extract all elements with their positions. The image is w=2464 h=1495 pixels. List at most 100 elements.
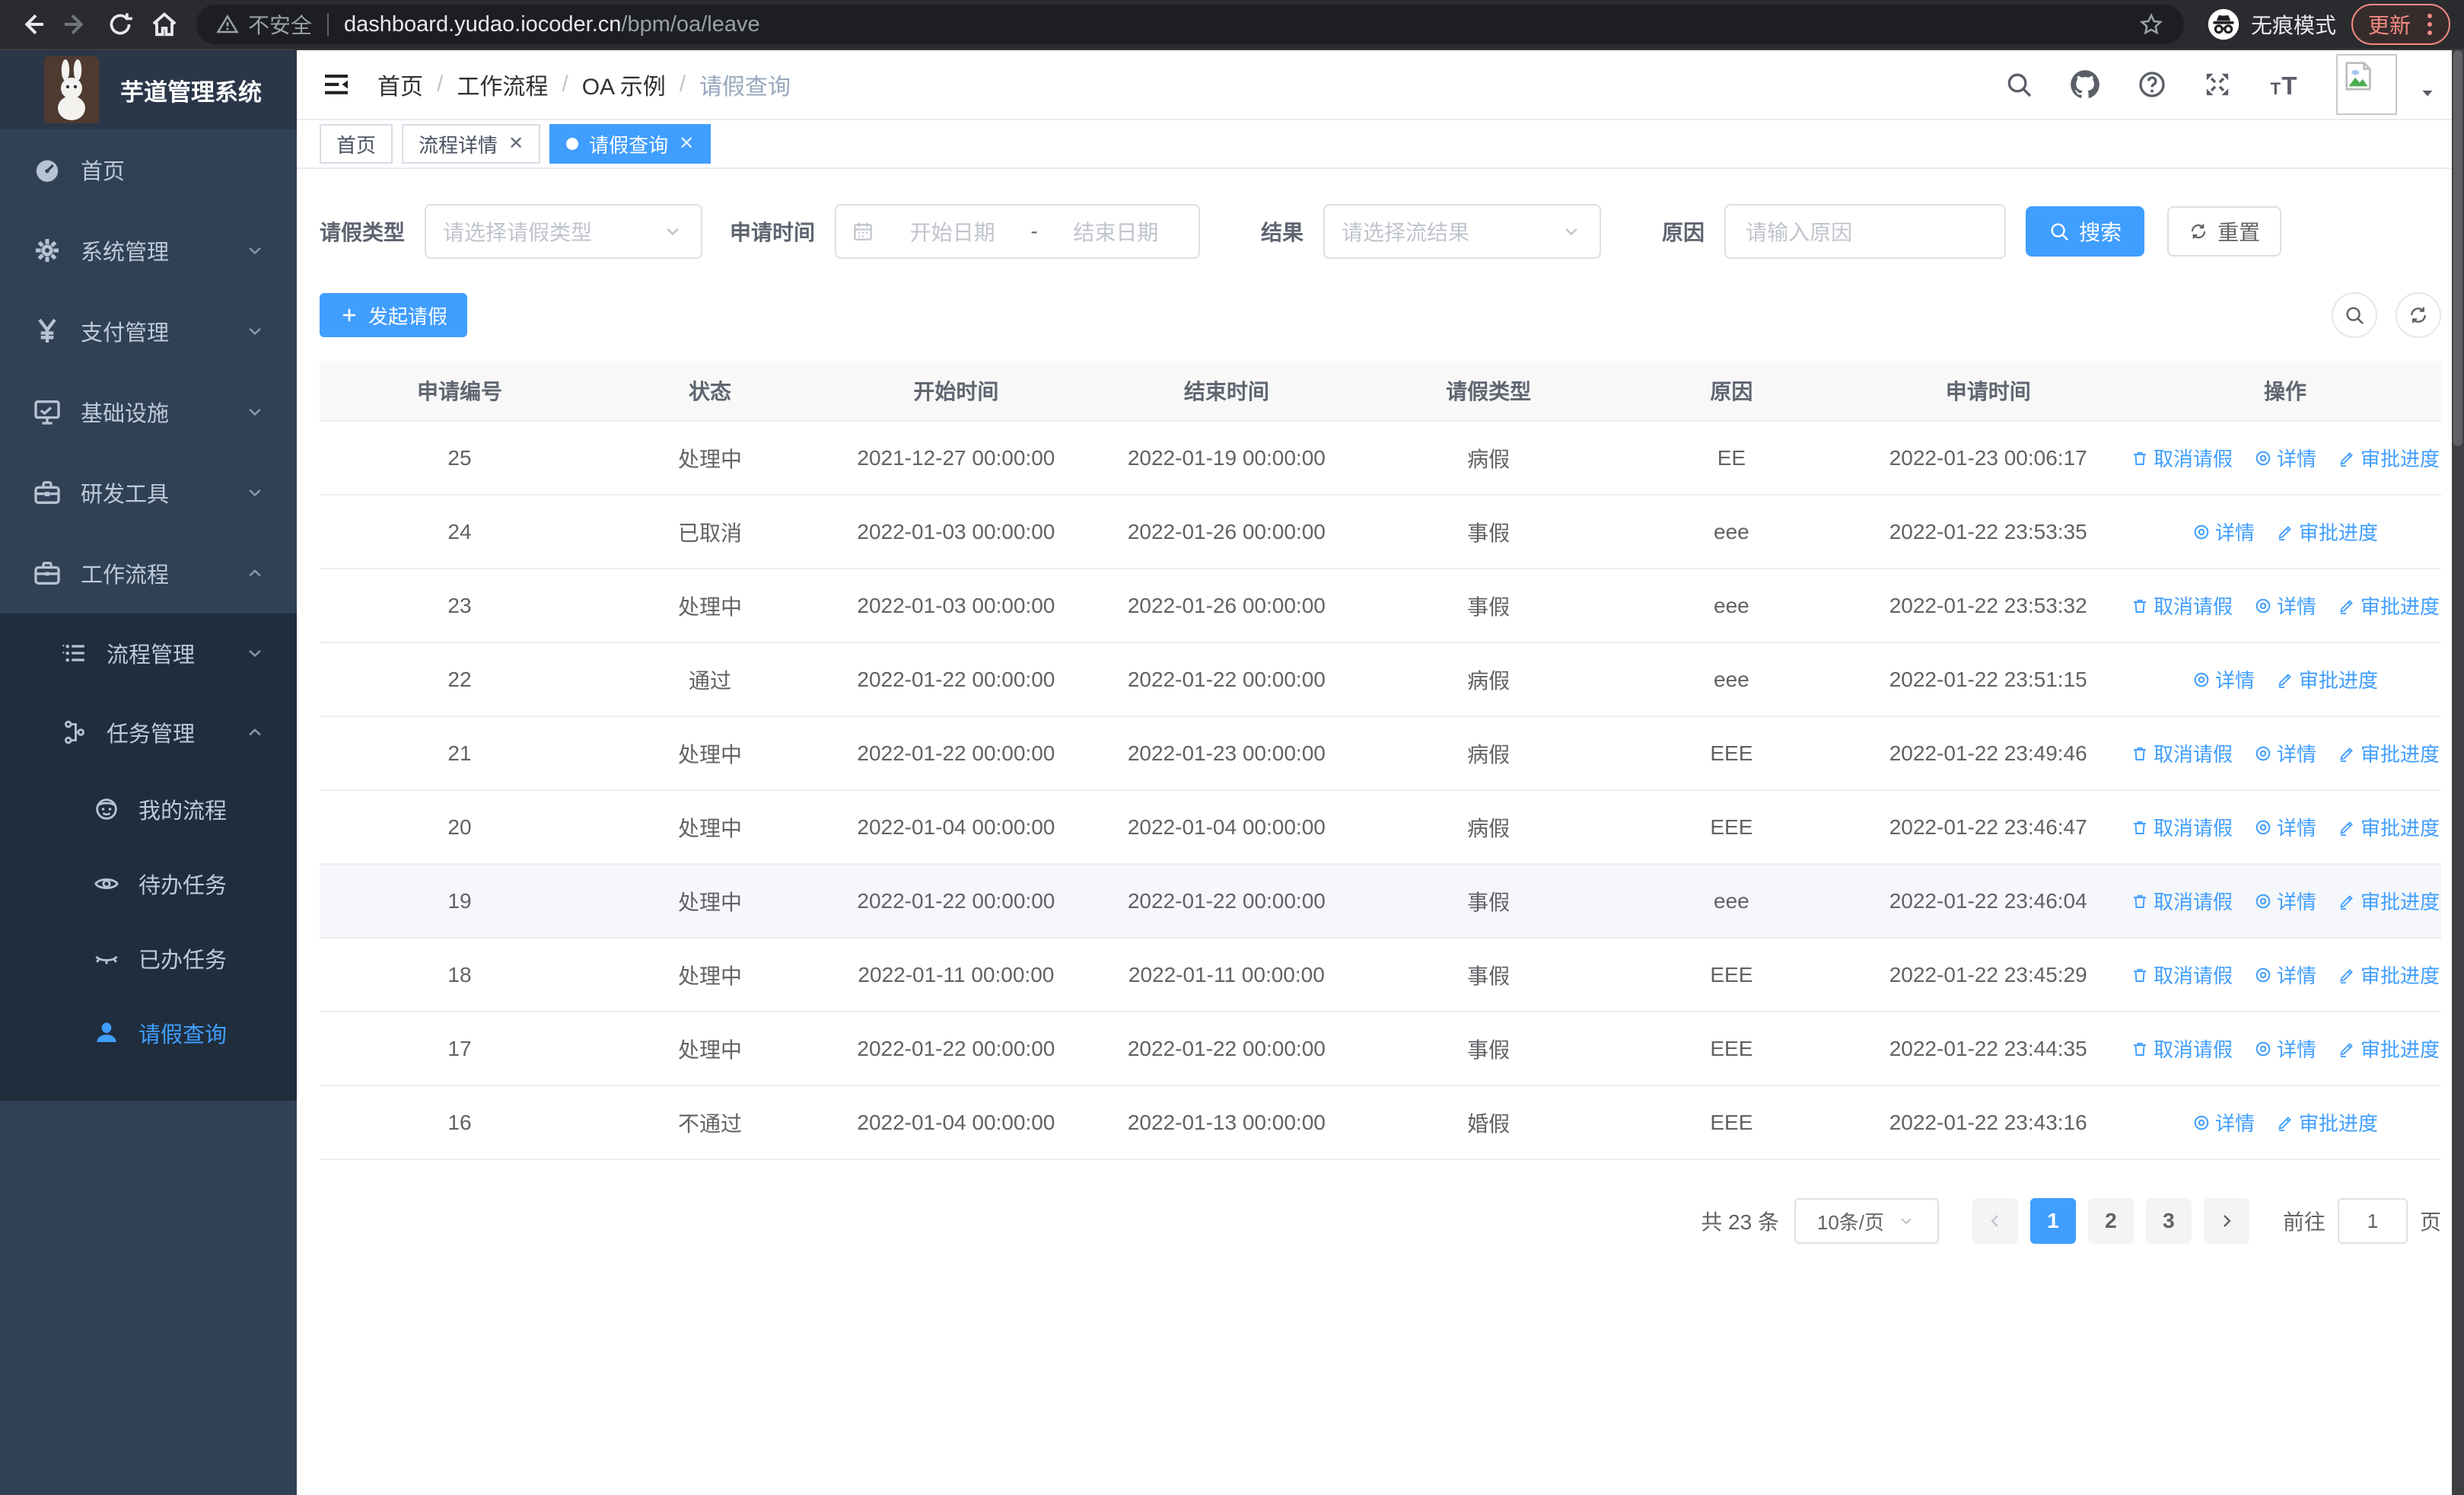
next-page-button[interactable] — [2203, 1198, 2249, 1244]
sidebar-item-label: 基础设施 — [81, 402, 170, 426]
progress-action-link[interactable]: 审批进度 — [2338, 887, 2440, 915]
avatar-dropdown-caret-icon[interactable] — [2418, 84, 2437, 106]
sidebar-item-payment[interactable]: 支付管理 — [0, 291, 297, 371]
table-row[interactable]: 25 处理中 2021-12-27 00:00:00 2022-01-19 00:00… — [320, 422, 2441, 496]
page-button-3[interactable]: 3 — [2145, 1198, 2192, 1244]
scrollbar-thumb[interactable] — [2453, 50, 2462, 446]
window-scrollbar[interactable] — [2452, 50, 2464, 1495]
incognito-icon — [2207, 8, 2240, 41]
sidebar-item-system[interactable]: 系统管理 — [0, 210, 297, 291]
fullscreen-icon[interactable] — [2202, 69, 2233, 100]
forward-icon — [65, 14, 84, 35]
detail-action-link[interactable]: 详情 — [2254, 961, 2316, 989]
bookmark-star-icon[interactable] — [2138, 11, 2164, 37]
progress-action-link[interactable]: 审批进度 — [2338, 961, 2440, 989]
browser-menu-icon[interactable] — [2423, 14, 2437, 35]
table-row[interactable]: 21 处理中 2022-01-22 00:00:00 2022-01-23 00:00… — [320, 717, 2441, 791]
detail-action-link[interactable]: 详情 — [2254, 1034, 2316, 1063]
help-icon[interactable] — [2137, 69, 2167, 100]
table-row[interactable]: 19 处理中 2022-01-22 00:00:00 2022-01-22 00:00… — [320, 865, 2441, 939]
page-size-select[interactable]: 10条/页 — [1794, 1198, 1939, 1244]
progress-action-link[interactable]: 审批进度 — [2276, 518, 2378, 546]
tab-请假查询[interactable]: 请假查询 ✕ — [549, 124, 712, 164]
reset-button[interactable]: 重置 — [2167, 206, 2282, 257]
table-row[interactable]: 16 不通过 2022-01-04 00:00:00 2022-01-13 00:00… — [320, 1086, 2441, 1160]
breadcrumb-item: 请假查询 — [699, 75, 791, 100]
cancel-action-link[interactable]: 取消请假 — [2131, 739, 2233, 767]
refresh-table-button[interactable] — [2396, 292, 2441, 338]
table-row[interactable]: 23 处理中 2022-01-03 00:00:00 2022-01-26 00:00… — [320, 569, 2441, 643]
collapse-sidebar-icon[interactable] — [321, 69, 352, 100]
page-button-1[interactable]: 1 — [2029, 1198, 2076, 1244]
tab-首页[interactable]: 首页 — [320, 124, 393, 164]
close-tab-icon[interactable]: ✕ — [508, 135, 524, 153]
sidebar-item-task-mgmt[interactable]: 任务管理 — [0, 693, 297, 772]
breadcrumb-item[interactable]: OA 示例 — [582, 68, 666, 101]
sidebar-item-devtools[interactable]: 研发工具 — [0, 452, 297, 533]
search-icon[interactable] — [2004, 70, 2033, 99]
progress-action-link[interactable]: 审批进度 — [2276, 1108, 2378, 1136]
detail-action-link[interactable]: 详情 — [2254, 591, 2316, 620]
github-icon[interactable] — [2068, 68, 2102, 101]
browser-home-button[interactable] — [145, 5, 184, 44]
page-button-2[interactable]: 2 — [2087, 1198, 2134, 1244]
table-row[interactable]: 22 通过 2022-01-22 00:00:00 2022-01-22 00:00:… — [320, 643, 2441, 717]
table-cell: 2022-01-22 00:00:00 — [857, 741, 1055, 765]
progress-action-link[interactable]: 审批进度 — [2276, 665, 2378, 693]
sidebar-item-workflow[interactable]: 工作流程 — [0, 533, 297, 614]
search-button[interactable]: 搜索 — [2026, 206, 2145, 257]
svg-text:T: T — [2271, 79, 2281, 98]
progress-action-link[interactable]: 审批进度 — [2338, 813, 2440, 841]
create-leave-button[interactable]: 发起请假 — [320, 293, 468, 337]
detail-action-link[interactable]: 详情 — [2254, 813, 2316, 841]
sidebar-item-done-tasks[interactable]: 已办任务 — [0, 921, 297, 996]
browser-reload-button[interactable] — [100, 5, 140, 44]
sidebar-item-process-mgmt[interactable]: 流程管理 — [0, 614, 297, 693]
chevron-down-icon — [1560, 220, 1583, 243]
detail-action-link[interactable]: 详情 — [2192, 665, 2255, 693]
table-row[interactable]: 24 已取消 2022-01-03 00:00:00 2022-01-26 00:00… — [320, 496, 2441, 569]
progress-action-link[interactable]: 审批进度 — [2338, 1034, 2440, 1063]
sidebar-item-my-process[interactable]: 我的流程 — [0, 772, 297, 846]
cancel-action-link[interactable]: 取消请假 — [2131, 1034, 2233, 1063]
sidebar-item-todo-tasks[interactable]: 待办任务 — [0, 846, 297, 921]
table-cell: EEE — [1710, 962, 1753, 987]
table-row[interactable]: 17 处理中 2022-01-22 00:00:00 2022-01-22 00:00… — [320, 1012, 2441, 1086]
sidebar-item-home[interactable]: 首页 — [0, 129, 297, 210]
result-select[interactable]: 请选择流结果 — [1323, 204, 1602, 259]
leave-type-select[interactable]: 请选择请假类型 — [425, 204, 703, 259]
table-row[interactable]: 20 处理中 2022-01-04 00:00:00 2022-01-04 00:00… — [320, 791, 2441, 865]
table-cell: 已取消 — [677, 521, 742, 545]
tab-流程详情[interactable]: 流程详情 ✕ — [402, 124, 541, 164]
browser-update-button[interactable]: 更新 — [2351, 4, 2450, 45]
detail-action-link[interactable]: 详情 — [2254, 444, 2316, 472]
address-bar[interactable]: 不安全 dashboard.yudao.iocoder.cn /bpm/oa/l… — [196, 5, 2184, 44]
table-row[interactable]: 18 处理中 2022-01-11 00:00:00 2022-01-11 00:00… — [320, 939, 2441, 1012]
detail-action-link[interactable]: 详情 — [2254, 739, 2316, 767]
breadcrumb-item[interactable]: 工作流程 — [457, 68, 548, 101]
toggle-search-button[interactable] — [2332, 292, 2377, 338]
browser-back-button[interactable] — [12, 5, 52, 44]
sidebar-item-infra[interactable]: 基础设施 — [0, 371, 297, 452]
reason-input[interactable]: 请输入原因 — [1724, 204, 2007, 259]
detail-action-link[interactable]: 详情 — [2192, 1108, 2255, 1136]
progress-action-link[interactable]: 审批进度 — [2338, 444, 2440, 472]
avatar[interactable] — [2336, 54, 2397, 115]
cancel-action-link[interactable]: 取消请假 — [2131, 444, 2233, 472]
close-tab-icon[interactable]: ✕ — [679, 135, 694, 153]
breadcrumb-item[interactable]: 首页 — [377, 68, 423, 101]
progress-action-link[interactable]: 审批进度 — [2338, 739, 2440, 767]
cancel-action-link[interactable]: 取消请假 — [2131, 591, 2233, 620]
font-size-icon[interactable]: TT — [2268, 68, 2301, 101]
sidebar-item-leave-query[interactable]: 请假查询 — [0, 996, 297, 1070]
progress-action-link[interactable]: 审批进度 — [2338, 591, 2440, 620]
cancel-action-link[interactable]: 取消请假 — [2131, 887, 2233, 915]
cancel-action-link[interactable]: 取消请假 — [2131, 961, 2233, 989]
browser-forward-button[interactable] — [56, 5, 96, 44]
cancel-action-link[interactable]: 取消请假 — [2131, 813, 2233, 841]
apply-time-daterange[interactable]: 开始日期 - 结束日期 — [835, 204, 1201, 259]
detail-action-link[interactable]: 详情 — [2192, 518, 2255, 546]
detail-action-link[interactable]: 详情 — [2254, 887, 2316, 915]
goto-page-input[interactable]: 1 — [2337, 1198, 2408, 1244]
prev-page-button[interactable] — [1972, 1198, 2018, 1244]
